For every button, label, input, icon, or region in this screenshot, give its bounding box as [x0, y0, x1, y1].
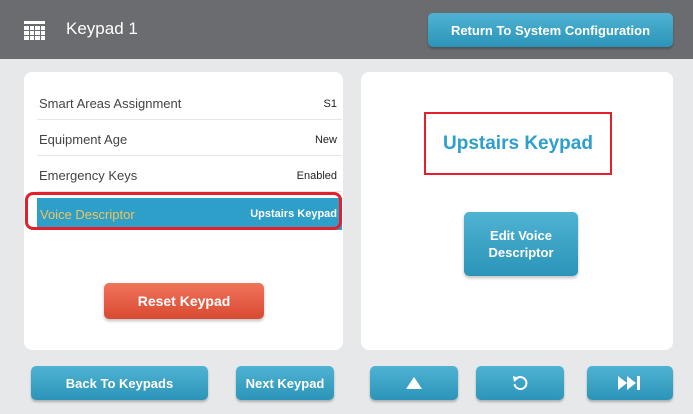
keypad-grid-icon — [24, 21, 45, 40]
row-value: S1 — [323, 97, 337, 110]
voice-descriptor-highlight: Upstairs Keypad — [424, 112, 612, 175]
reset-keypad-button[interactable]: Reset Keypad — [104, 283, 264, 319]
back-to-keypads-button[interactable]: Back To Keypads — [31, 366, 208, 400]
row-equipment-age[interactable]: Equipment Age New — [37, 124, 342, 156]
row-value: Enabled — [296, 169, 337, 182]
fast-forward-button[interactable] — [587, 366, 673, 400]
selected-row-highlight — [25, 192, 342, 230]
up-button[interactable] — [370, 366, 458, 400]
header-bar: Keypad 1 Return To System Configuration — [0, 0, 693, 59]
page-title: Keypad 1 — [66, 19, 138, 38]
row-value: New — [314, 133, 337, 146]
fast-forward-icon — [618, 376, 640, 390]
undo-button[interactable] — [476, 366, 564, 400]
row-smart-areas-assignment[interactable]: Smart Areas Assignment S1 — [37, 88, 342, 120]
up-arrow-icon — [406, 377, 422, 389]
return-to-system-configuration-button[interactable]: Return To System Configuration — [428, 13, 673, 47]
row-label: Equipment Age — [39, 132, 128, 147]
undo-icon — [513, 376, 528, 391]
row-emergency-keys[interactable]: Emergency Keys Enabled — [37, 160, 342, 192]
row-label: Smart Areas Assignment — [39, 96, 182, 111]
next-keypad-button[interactable]: Next Keypad — [236, 366, 334, 400]
row-label: Emergency Keys — [39, 168, 138, 183]
edit-voice-descriptor-button[interactable]: Edit Voice Descriptor — [464, 212, 578, 276]
voice-descriptor-title: Upstairs Keypad — [443, 132, 593, 154]
